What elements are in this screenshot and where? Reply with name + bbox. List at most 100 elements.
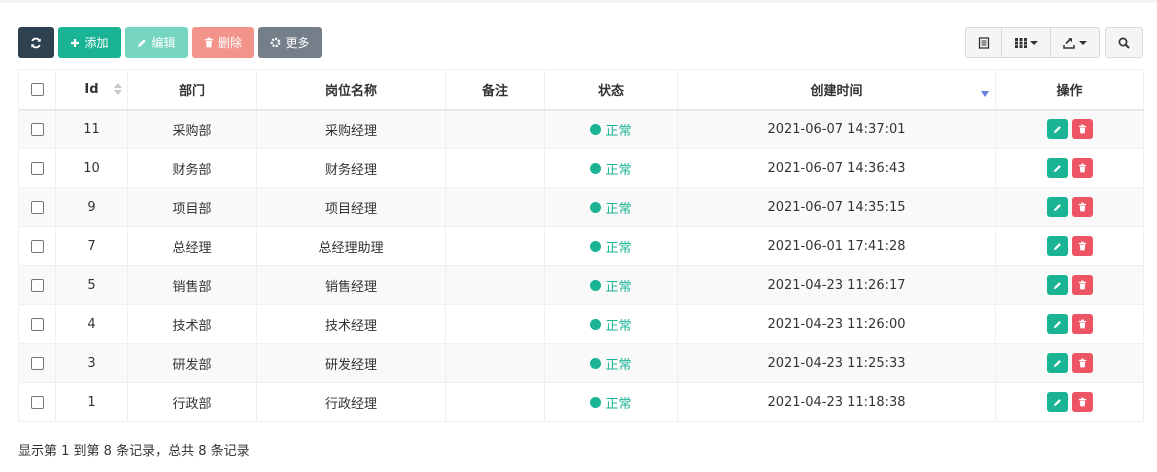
cell-remark: [445, 226, 545, 266]
trash-icon: [1078, 241, 1086, 251]
select-all-checkbox[interactable]: [30, 82, 44, 96]
cell-id: 1: [55, 382, 128, 422]
row-checkbox[interactable]: [30, 278, 44, 292]
sort-desc-icon: [981, 91, 989, 97]
add-button[interactable]: 添加: [58, 27, 121, 58]
more-button[interactable]: 更多: [258, 27, 322, 58]
trash-icon: [1078, 358, 1086, 368]
toggle-view-button[interactable]: [965, 27, 1002, 58]
cell-dept: 项目部: [127, 187, 257, 227]
columns-dropdown-button[interactable]: [1002, 27, 1051, 58]
status-badge: 正常: [590, 198, 632, 217]
grid-icon: [1014, 37, 1027, 48]
cell-post: 采购经理: [256, 109, 446, 149]
row-edit-button[interactable]: [1046, 314, 1068, 334]
row-delete-button[interactable]: [1071, 119, 1093, 140]
search-toolbar: [1105, 27, 1143, 58]
trash-icon: [1078, 280, 1086, 290]
cell-dept: 销售部: [127, 265, 257, 305]
row-delete-button[interactable]: [1071, 392, 1093, 412]
cell-post: 销售经理: [256, 265, 446, 305]
view-toolbar: [965, 27, 1100, 58]
search-icon: [1118, 37, 1130, 49]
export-dropdown-button[interactable]: [1051, 27, 1100, 58]
row-delete-button[interactable]: [1071, 314, 1093, 334]
header-id[interactable]: Id: [55, 69, 128, 111]
row-edit-button[interactable]: [1046, 236, 1068, 256]
row-delete-button[interactable]: [1071, 158, 1093, 178]
pencil-icon: [1053, 398, 1061, 406]
status-badge: 正常: [590, 354, 632, 373]
cell-created: 2021-04-23 11:26:17: [677, 265, 996, 305]
header-id-label: Id: [84, 81, 99, 97]
cell-remark: [445, 343, 545, 383]
cell-created: 2021-04-23 11:25:33: [677, 343, 996, 383]
row-edit-button[interactable]: [1046, 158, 1068, 178]
cell-post: 行政经理: [256, 382, 446, 422]
status-dot-icon: [590, 240, 602, 252]
sort-icon: [114, 83, 122, 95]
chevron-down-icon: [1029, 40, 1038, 45]
cell-remark: [445, 265, 545, 305]
status-dot-icon: [590, 123, 602, 135]
cell-dept: 行政部: [127, 382, 257, 422]
header-created-label: 创建时间: [810, 83, 863, 99]
cell-remark: [445, 148, 545, 188]
cell-dept: 财务部: [127, 148, 257, 188]
cell-post: 技术经理: [256, 304, 446, 344]
table-row: 4 技术部 技术经理 正常 2021-04-23 11:26:00: [18, 304, 1144, 344]
delete-button-label: 删除: [217, 36, 242, 50]
row-edit-button[interactable]: [1046, 392, 1068, 412]
cell-remark: [445, 382, 545, 422]
cell-dept: 研发部: [127, 343, 257, 383]
row-delete-button[interactable]: [1071, 275, 1093, 295]
row-checkbox[interactable]: [30, 161, 44, 175]
header-status-label: 状态: [597, 83, 624, 99]
status-dot-icon: [590, 396, 602, 408]
chevron-down-icon: [1079, 40, 1087, 45]
row-checkbox[interactable]: [30, 122, 44, 136]
status-dot-icon: [590, 162, 602, 174]
plus-icon: [71, 38, 80, 47]
export-icon: [1063, 37, 1075, 49]
header-ops: 操作: [995, 69, 1144, 111]
refresh-icon: [31, 37, 41, 48]
row-checkbox[interactable]: [30, 317, 44, 331]
cell-id: 7: [55, 226, 128, 266]
row-delete-button[interactable]: [1071, 236, 1093, 256]
cell-id: 5: [55, 265, 128, 305]
cell-id: 10: [55, 148, 128, 188]
trash-icon: [1078, 163, 1086, 173]
cell-id: 4: [55, 304, 128, 344]
delete-button[interactable]: 删除: [192, 27, 254, 58]
pencil-icon: [1053, 320, 1061, 328]
header-remark: 备注: [445, 69, 545, 111]
row-edit-button[interactable]: [1046, 275, 1068, 295]
cell-created: 2021-06-07 14:35:15: [677, 187, 996, 227]
row-edit-button[interactable]: [1046, 119, 1068, 140]
row-edit-button[interactable]: [1046, 353, 1068, 373]
status-badge: 正常: [590, 120, 632, 139]
header-created[interactable]: 创建时间: [677, 69, 996, 111]
edit-button[interactable]: 编辑: [125, 27, 188, 58]
row-checkbox[interactable]: [30, 395, 44, 409]
pencil-icon: [138, 38, 147, 47]
edit-button-label: 编辑: [151, 36, 176, 50]
pencil-icon: [1053, 281, 1061, 289]
row-delete-button[interactable]: [1071, 197, 1093, 217]
cell-post: 总经理助理: [256, 226, 446, 266]
pencil-icon: [1053, 164, 1061, 172]
row-checkbox[interactable]: [30, 200, 44, 214]
cell-post: 财务经理: [256, 148, 446, 188]
row-checkbox[interactable]: [30, 356, 44, 370]
row-checkbox[interactable]: [30, 239, 44, 253]
search-button[interactable]: [1105, 27, 1143, 58]
header-post-label: 岗位名称: [324, 83, 377, 99]
select-all-header: [18, 69, 56, 111]
row-delete-button[interactable]: [1071, 353, 1093, 373]
post-table: Id 部门 岗位名称 备注 状态 创建时间 操作 11 采购部 采购经理 正常 2021…: [18, 69, 1144, 422]
cell-dept: 总经理: [127, 226, 257, 266]
refresh-button[interactable]: [18, 27, 54, 58]
header-status: 状态: [544, 69, 678, 111]
row-edit-button[interactable]: [1046, 197, 1068, 217]
